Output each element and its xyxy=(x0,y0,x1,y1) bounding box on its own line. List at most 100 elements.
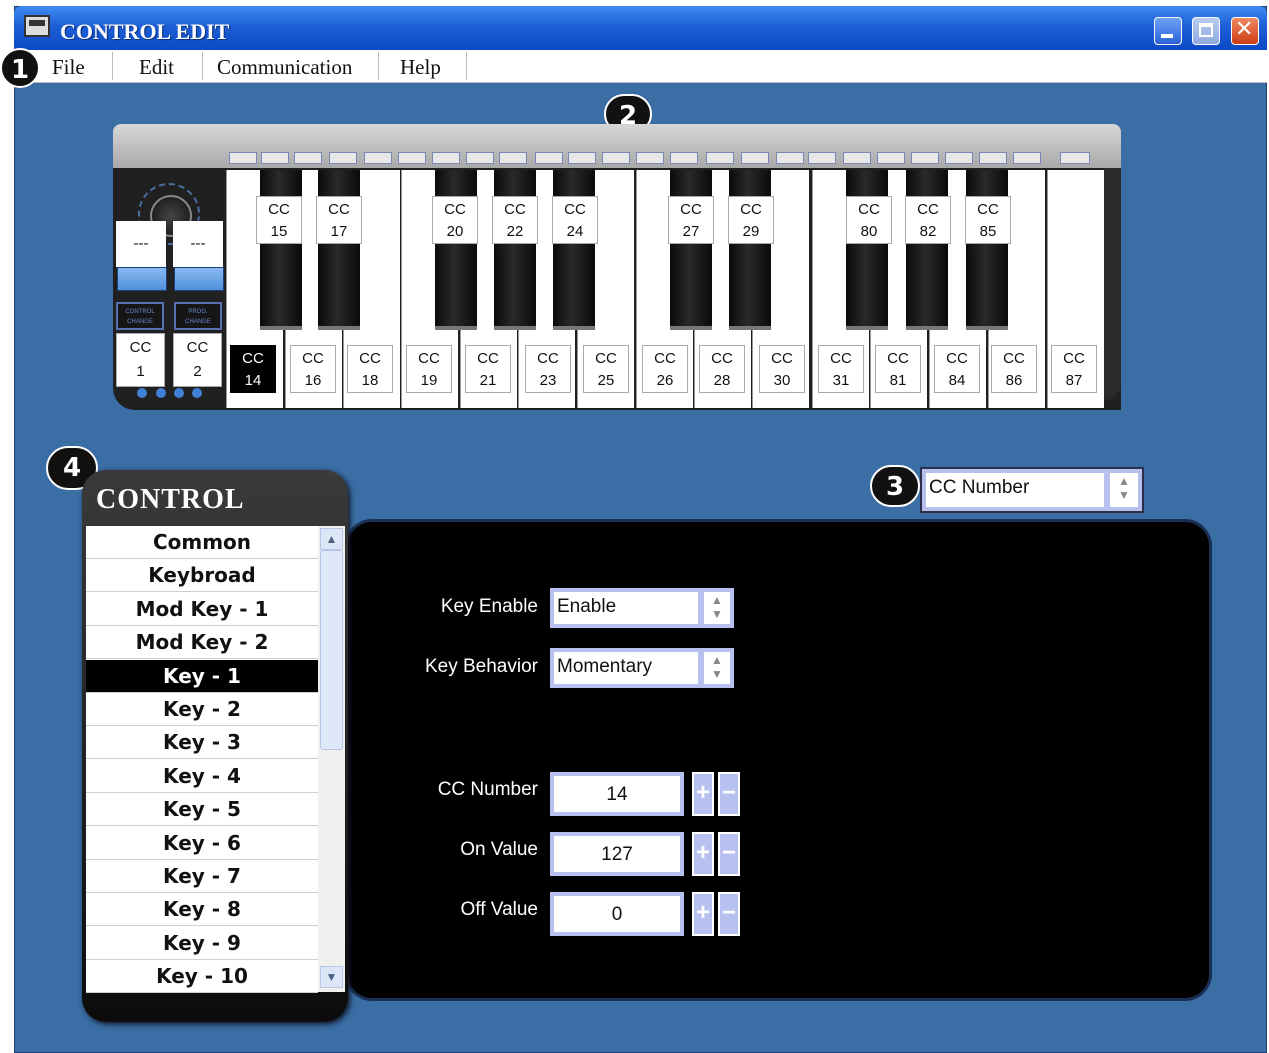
control-list-item[interactable]: Key - 4 xyxy=(86,760,318,793)
panel-mini-button[interactable] xyxy=(294,152,322,164)
parameter-select[interactable]: CC Number ▲ ▼ xyxy=(920,467,1144,513)
key-behavior-select[interactable]: Momentary ▲ ▼ xyxy=(550,648,734,688)
key-cc-label[interactable]: CC 81 xyxy=(875,345,921,393)
cc-number-field[interactable]: 14 xyxy=(550,772,684,816)
scroll-down-icon[interactable]: ▼ xyxy=(320,966,343,988)
key-cc-label[interactable]: CC 24 xyxy=(552,196,598,244)
panel-mini-button[interactable] xyxy=(568,152,596,164)
off-value-decrement-button[interactable]: − xyxy=(718,892,740,936)
key-cc-label[interactable]: CC 30 xyxy=(759,345,805,393)
key-enable-select[interactable]: Enable ▲ ▼ xyxy=(550,588,734,628)
panel-mini-button[interactable] xyxy=(499,152,527,164)
key-cc-label[interactable]: CC 87 xyxy=(1051,345,1097,393)
control-list-item[interactable]: Mod Key - 1 xyxy=(86,593,318,626)
key-cc-label[interactable]: CC 85 xyxy=(965,196,1011,244)
control-list-item[interactable]: Key - 3 xyxy=(86,726,318,760)
black-key[interactable] xyxy=(670,170,712,330)
on-value-decrement-button[interactable]: − xyxy=(718,832,740,876)
key-cc-label[interactable]: CC 18 xyxy=(347,345,393,393)
panel-mini-button[interactable] xyxy=(466,152,494,164)
panel-mini-button[interactable] xyxy=(636,152,664,164)
black-key[interactable] xyxy=(729,170,771,330)
panel-mini-button[interactable] xyxy=(979,152,1007,164)
menu-file[interactable]: File xyxy=(52,54,85,80)
knob-slot-2[interactable]: --- xyxy=(173,221,223,267)
panel-mini-button[interactable] xyxy=(229,152,257,164)
key-cc-label[interactable]: CC 86 xyxy=(991,345,1037,393)
panel-mini-button[interactable] xyxy=(741,152,769,164)
key-cc-label[interactable]: CC 15 xyxy=(256,196,302,244)
off-value-field[interactable]: 0 xyxy=(550,892,684,936)
black-key[interactable] xyxy=(906,170,948,330)
menu-communication[interactable]: Communication xyxy=(217,54,352,80)
key-cc-label[interactable]: CC 20 xyxy=(432,196,478,244)
key-cc-label[interactable]: CC 25 xyxy=(583,345,629,393)
key-cc-label[interactable]: CC 19 xyxy=(406,345,452,393)
black-key[interactable] xyxy=(966,170,1008,330)
panel-mini-button[interactable] xyxy=(329,152,357,164)
key-cc-label[interactable]: CC 80 xyxy=(846,196,892,244)
panel-mini-button[interactable] xyxy=(945,152,973,164)
key-cc-label[interactable]: CC 22 xyxy=(492,196,538,244)
black-key[interactable] xyxy=(260,170,302,330)
left-control-label-1[interactable]: CC 1 xyxy=(116,333,165,387)
control-list-item[interactable]: Key - 10 xyxy=(86,960,318,994)
control-list-item[interactable]: Key - 8 xyxy=(86,893,318,927)
key-cc-label[interactable]: CC 28 xyxy=(699,345,745,393)
knob-slot-1[interactable]: --- xyxy=(116,221,166,267)
control-list-item[interactable]: Keybroad xyxy=(86,559,318,593)
panel-mini-button[interactable] xyxy=(602,152,630,164)
panel-mini-button[interactable] xyxy=(911,152,939,164)
panel-mini-button[interactable] xyxy=(808,152,836,164)
control-list-item[interactable]: Mod Key - 2 xyxy=(86,626,318,660)
slot-button-1[interactable] xyxy=(117,267,167,291)
panel-mini-button[interactable] xyxy=(706,152,734,164)
panel-mini-button[interactable] xyxy=(398,152,426,164)
panel-mini-button[interactable] xyxy=(1013,152,1041,164)
scroll-up-icon[interactable]: ▲ xyxy=(320,528,343,550)
control-list-item[interactable]: Key - 6 xyxy=(86,827,318,860)
slot-button-2[interactable] xyxy=(174,267,224,291)
black-key[interactable] xyxy=(846,170,888,330)
on-value-field[interactable]: 127 xyxy=(550,832,684,876)
key-cc-label[interactable]: CC 31 xyxy=(818,345,864,393)
minimize-button[interactable] xyxy=(1154,17,1182,45)
black-key[interactable] xyxy=(553,170,595,330)
control-list-item[interactable]: Common xyxy=(86,526,318,559)
panel-mini-button[interactable] xyxy=(261,152,289,164)
control-change-button[interactable]: CONTROL CHANGE xyxy=(116,302,164,330)
key-cc-label[interactable]: CC 82 xyxy=(905,196,951,244)
panel-mini-button[interactable] xyxy=(843,152,871,164)
menu-edit[interactable]: Edit xyxy=(139,54,174,80)
panel-mini-button[interactable] xyxy=(364,152,392,164)
control-list-item[interactable]: Key - 5 xyxy=(86,793,318,827)
panel-mini-button[interactable] xyxy=(1060,152,1090,164)
key-cc-label[interactable]: CC 27 xyxy=(668,196,714,244)
black-key[interactable] xyxy=(318,170,360,330)
black-key[interactable] xyxy=(494,170,536,330)
key-cc-label[interactable]: CC 14 xyxy=(230,345,276,393)
control-list-item[interactable]: Key - 7 xyxy=(86,860,318,893)
menu-help[interactable]: Help xyxy=(400,54,441,80)
cc-number-decrement-button[interactable]: − xyxy=(718,772,740,816)
program-change-button[interactable]: PROG. CHANGE xyxy=(174,302,222,330)
key-cc-label[interactable]: CC 84 xyxy=(934,345,980,393)
close-button[interactable]: ✕ xyxy=(1231,17,1259,45)
panel-mini-button[interactable] xyxy=(432,152,460,164)
key-cc-label[interactable]: CC 21 xyxy=(465,345,511,393)
panel-mini-button[interactable] xyxy=(877,152,905,164)
scrollbar-thumb[interactable] xyxy=(320,550,343,750)
control-list-item[interactable]: Key - 9 xyxy=(86,927,318,960)
key-cc-label[interactable]: CC 16 xyxy=(290,345,336,393)
left-control-label-2[interactable]: CC 2 xyxy=(173,333,222,387)
key-cc-label[interactable]: CC 17 xyxy=(316,196,362,244)
control-list-item[interactable]: Key - 1 xyxy=(86,659,318,693)
key-cc-label[interactable]: CC 29 xyxy=(728,196,774,244)
maximize-button[interactable] xyxy=(1192,17,1220,45)
off-value-increment-button[interactable]: + xyxy=(692,892,714,936)
panel-mini-button[interactable] xyxy=(776,152,804,164)
on-value-increment-button[interactable]: + xyxy=(692,832,714,876)
cc-number-increment-button[interactable]: + xyxy=(692,772,714,816)
key-cc-label[interactable]: CC 23 xyxy=(525,345,571,393)
panel-mini-button[interactable] xyxy=(670,152,698,164)
